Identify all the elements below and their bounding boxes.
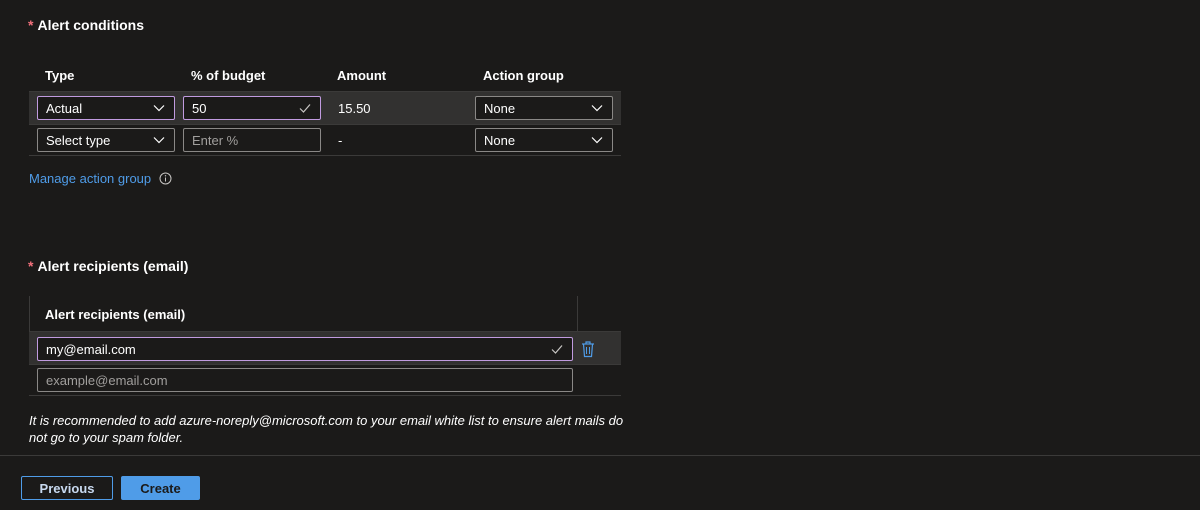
column-header-percent: % of budget xyxy=(191,68,266,83)
info-icon[interactable] xyxy=(159,172,172,185)
trash-icon[interactable] xyxy=(580,340,596,358)
column-header-amount: Amount xyxy=(337,68,387,83)
type-dropdown-row-1[interactable]: Actual xyxy=(37,96,175,120)
alert-recipients-label: Alert recipients (email) xyxy=(37,258,189,274)
alert-conditions-title: * Alert conditions xyxy=(28,17,144,33)
row-divider xyxy=(29,124,621,125)
email-placeholder: example@email.com xyxy=(46,372,168,388)
type-dropdown-row-2[interactable]: Select type xyxy=(37,128,175,152)
type-placeholder: Select type xyxy=(46,132,111,148)
row-divider xyxy=(29,395,621,396)
whitelist-note: It is recommended to add azure-noreply@m… xyxy=(29,413,624,445)
required-marker: * xyxy=(28,258,34,274)
checkmark-icon xyxy=(551,345,563,354)
required-marker: * xyxy=(28,17,34,33)
previous-button[interactable]: Previous xyxy=(21,476,113,500)
column-header-action-group: Action group xyxy=(483,68,564,83)
email-input-row-1[interactable]: my@email.com xyxy=(37,337,573,361)
alert-recipients-title: * Alert recipients (email) xyxy=(28,258,188,274)
alert-conditions-label: Alert conditions xyxy=(37,17,145,33)
action-group-value: None xyxy=(484,132,516,148)
amount-value-row-1: 15.50 xyxy=(338,101,371,116)
manage-action-group-link[interactable]: Manage action group xyxy=(29,171,151,186)
amount-value-row-2: - xyxy=(338,133,343,148)
chevron-down-icon xyxy=(591,105,603,112)
chevron-down-icon xyxy=(153,105,165,112)
email-input-row-2[interactable]: example@email.com xyxy=(37,368,573,392)
action-group-value: None xyxy=(484,100,516,116)
checkmark-icon xyxy=(299,104,311,113)
grid-left-border xyxy=(29,296,30,332)
row-divider xyxy=(29,155,621,156)
action-group-dropdown-row-1[interactable]: None xyxy=(475,96,613,120)
percent-value: 50 xyxy=(192,100,207,116)
percent-placeholder: Enter % xyxy=(192,132,239,148)
percent-input-row-1[interactable]: 50 xyxy=(183,96,321,120)
action-group-dropdown-row-2[interactable]: None xyxy=(475,128,613,152)
grid-column-divider xyxy=(577,296,578,332)
chevron-down-icon xyxy=(591,137,603,144)
column-header-type: Type xyxy=(45,68,75,83)
row-divider xyxy=(29,364,621,365)
email-value: my@email.com xyxy=(46,341,136,357)
chevron-down-icon xyxy=(153,137,165,144)
type-value: Actual xyxy=(46,100,83,116)
create-button[interactable]: Create xyxy=(121,476,200,500)
budget-alert-panel: * Alert conditions Type % of budget Amoun… xyxy=(0,0,1200,456)
column-header-recipients: Alert recipients (email) xyxy=(45,307,186,322)
percent-input-row-2[interactable]: Enter % xyxy=(183,128,321,152)
